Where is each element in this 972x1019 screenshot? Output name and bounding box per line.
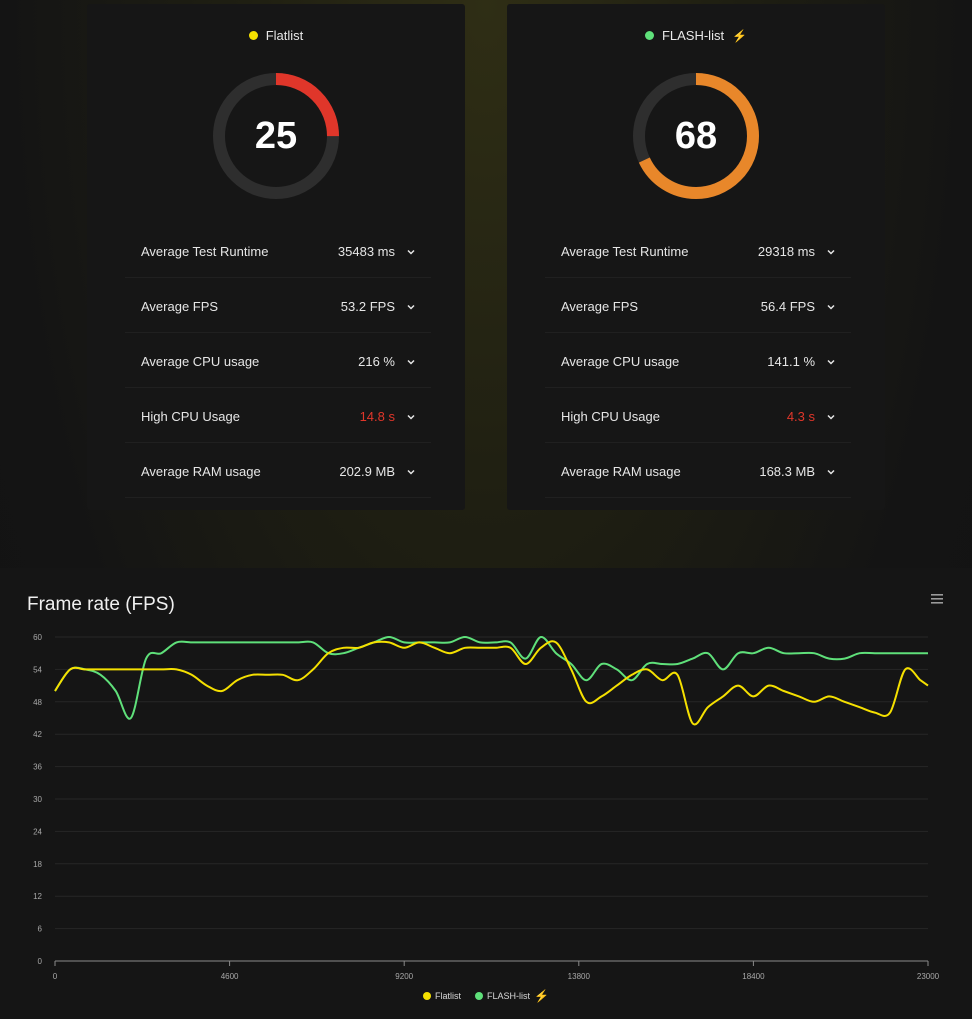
flatlist-status-dot-icon [248,31,258,40]
chevron-down-icon[interactable] [407,468,415,476]
metric-row-high-cpu-usage[interactable]: High CPU Usage 4.3 s [545,391,851,443]
metric-label: Average CPU usage [561,354,680,369]
score-value: 25 [254,114,298,157]
legend-label: Flatlist [435,991,462,1001]
card-title: FLASH-list ⚡ [507,28,885,43]
metric-label: Average CPU usage [141,354,260,369]
fps-line-chart: 0 6 12 18 24 30 36 42 48 54 60 0 4600 9200 13800 18400 2… [33,633,940,981]
x-tick-label: 23000 [917,972,940,981]
card-title: Flatlist [87,28,465,43]
metric-row-high-cpu-usage[interactable]: High CPU Usage 14.8 s [125,391,431,443]
chart-title: Frame rate (FPS) [27,594,175,615]
card-title-label: Flatlist [265,28,304,43]
metric-row-average-fps[interactable]: Average FPS 56.4 FPS [545,281,851,333]
metric-row-average-test-runtime[interactable]: Average Test Runtime 29318 ms [545,226,851,278]
chevron-down-icon[interactable] [827,358,835,366]
legend-dot-icon [423,992,431,1000]
y-tick-label: 54 [33,665,42,674]
metric-value: 35483 ms [337,244,395,259]
flashlist-card: FLASH-list ⚡ 68 Average Test Runtime 293… [507,4,885,510]
metric-label: Average RAM usage [141,464,261,479]
y-tick-label: 0 [38,957,43,966]
hamburger-menu-icon[interactable] [930,593,944,605]
metric-row-average-test-runtime[interactable]: Average Test Runtime 35483 ms [125,226,431,278]
x-tick-label: 13800 [568,972,591,981]
chevron-down-icon[interactable] [407,413,415,421]
series-line-flash-list [54,636,928,720]
score-value: 68 [674,114,718,157]
chevron-down-icon[interactable] [827,248,835,256]
metric-row-average-ram-usage[interactable]: Average RAM usage 202.9 MB [125,446,431,498]
card-title-label: FLASH-list [661,28,725,43]
metric-value: 29318 ms [757,244,815,259]
chevron-down-icon[interactable] [407,303,415,311]
y-tick-label: 18 [33,860,42,869]
metric-label: Average Test Runtime [561,244,689,259]
legend-dot-icon [475,992,484,1000]
legend-item-flatlist[interactable]: Flatlist [423,989,461,1003]
chevron-down-icon[interactable] [407,358,415,366]
metric-row-average-cpu-usage[interactable]: Average CPU usage 216 % [125,336,431,388]
y-tick-label: 48 [33,698,42,707]
metric-label: High CPU Usage [141,409,240,424]
metric-label: Average Test Runtime [141,244,269,259]
lightning-bolt-icon: ⚡ [732,28,748,43]
y-tick-label: 6 [38,925,43,934]
chevron-down-icon[interactable] [827,468,835,476]
chevron-down-icon[interactable] [827,303,835,311]
chart-legend: Flatlist FLASH-list ⚡ [0,989,972,1003]
y-tick-label: 12 [33,892,42,901]
metric-label: Average RAM usage [561,464,681,479]
y-tick-label: 42 [33,730,42,739]
metric-value: 14.8 s [359,409,395,424]
flashlist-status-dot-icon [644,31,654,40]
y-tick-label: 24 [33,827,42,836]
fps-chart-panel: 0 6 12 18 24 30 36 42 48 54 60 0 4600 9200 13800 18400 2… [0,568,972,1019]
y-tick-label: 60 [33,633,42,642]
x-tick-label: 9200 [395,972,413,981]
metric-value: 202.9 MB [339,464,395,479]
metric-label: Average FPS [141,299,219,314]
flatlist-card: Flatlist 25 Average Test Runtime 35483 m… [87,4,465,510]
metric-value: 53.2 FPS [340,299,395,314]
metric-row-average-cpu-usage[interactable]: Average CPU usage 141.1 % [545,336,851,388]
metric-label: Average FPS [561,299,639,314]
y-tick-label: 30 [33,795,42,804]
metric-value: 4.3 s [786,409,815,424]
y-tick-label: 36 [33,763,42,772]
legend-label: FLASH-list [487,991,531,1001]
x-tick-label: 4600 [221,972,239,981]
metric-row-average-fps[interactable]: Average FPS 53.2 FPS [125,281,431,333]
metric-value: 56.4 FPS [760,299,815,314]
x-tick-label: 18400 [742,972,765,981]
lightning-bolt-icon: ⚡ [534,989,549,1003]
metric-value: 168.3 MB [759,464,815,479]
metric-value: 216 % [358,354,395,369]
chevron-down-icon[interactable] [407,248,415,256]
x-tick-label: 0 [53,972,58,981]
metric-label: High CPU Usage [561,409,660,424]
metric-value: 141.1 % [767,354,815,369]
metric-row-average-ram-usage[interactable]: Average RAM usage 168.3 MB [545,446,851,498]
chevron-down-icon[interactable] [827,413,835,421]
legend-item-flashlist[interactable]: FLASH-list ⚡ [475,989,549,1003]
